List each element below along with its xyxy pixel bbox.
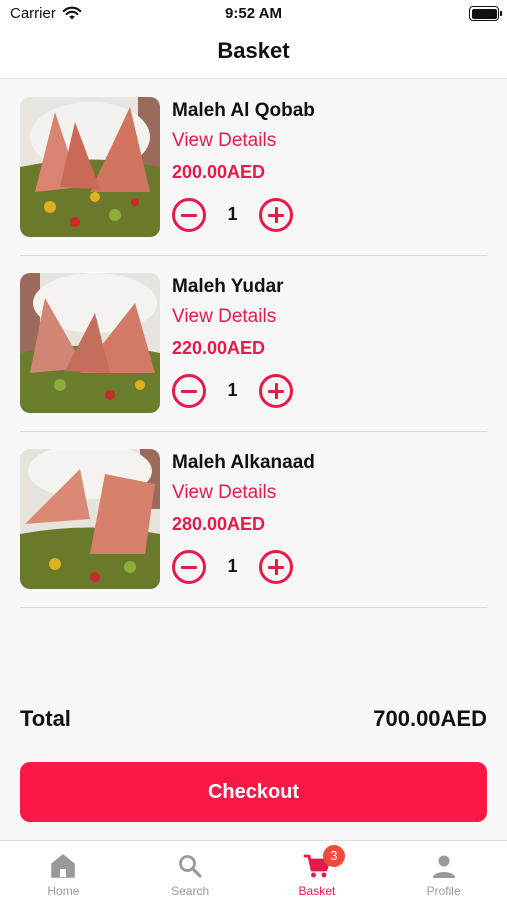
tab-label: Home [47,884,80,898]
decrease-quantity-button[interactable] [172,374,206,408]
item-image[interactable] [20,97,160,237]
quantity-value: 1 [227,204,238,224]
quantity-stepper: 1 [172,550,293,584]
search-icon [179,855,202,878]
tab-basket[interactable]: 3 Basket [254,841,381,900]
tab-label: Search [171,884,210,898]
total-row: Total 700.00AED [20,706,487,736]
item-price: 220.00AED [172,338,266,358]
checkout-button[interactable]: Checkout [20,762,487,822]
basket-item: Maleh Al Qobab View Details 200.00AED 1 [20,80,487,256]
tab-bar: Home Search 3 Basket Profile [0,840,507,900]
decrease-quantity-button[interactable] [172,550,206,584]
view-details-link[interactable]: View Details [172,482,276,504]
view-details-link[interactable]: View Details [172,130,276,152]
increase-quantity-button[interactable] [259,374,293,408]
person-icon [432,855,455,878]
item-price: 280.00AED [172,514,266,534]
home-icon [51,854,76,878]
basket-list: Maleh Al Qobab View Details 200.00AED 1 [20,80,487,608]
quantity-stepper: 1 [172,198,293,232]
page-title: Basket [217,38,290,63]
tab-home[interactable]: Home [0,841,127,900]
tab-search[interactable]: Search [127,841,254,900]
item-name: Maleh Alkanaad [172,452,315,473]
quantity-stepper: 1 [172,374,293,408]
quantity-value: 1 [227,380,238,400]
status-time: 9:52 AM [225,5,282,22]
basket-item: Maleh Yudar View Details 220.00AED 1 [20,256,487,432]
navigation-bar: Basket [0,30,507,79]
decrease-quantity-button[interactable] [172,198,206,232]
total-value: 700.00AED [373,706,487,731]
item-name: Maleh Al Qobab [172,100,315,121]
battery-icon [469,6,502,21]
total-label: Total [20,706,71,731]
increase-quantity-button[interactable] [259,550,293,584]
item-image[interactable] [20,273,160,413]
increase-quantity-button[interactable] [259,198,293,232]
item-image[interactable] [20,449,160,589]
basket-count-badge: 3 [322,845,345,867]
view-details-link[interactable]: View Details [172,306,276,328]
item-price: 200.00AED [172,162,266,182]
status-bar: Carrier 9:52 AM [0,0,507,30]
tab-profile[interactable]: Profile [380,841,507,900]
basket-item: Maleh Alkanaad View Details 280.00AED 1 [20,432,487,608]
tab-label: Basket [298,884,336,898]
tab-label: Profile [426,884,461,898]
item-name: Maleh Yudar [172,276,284,297]
quantity-value: 1 [227,556,238,576]
